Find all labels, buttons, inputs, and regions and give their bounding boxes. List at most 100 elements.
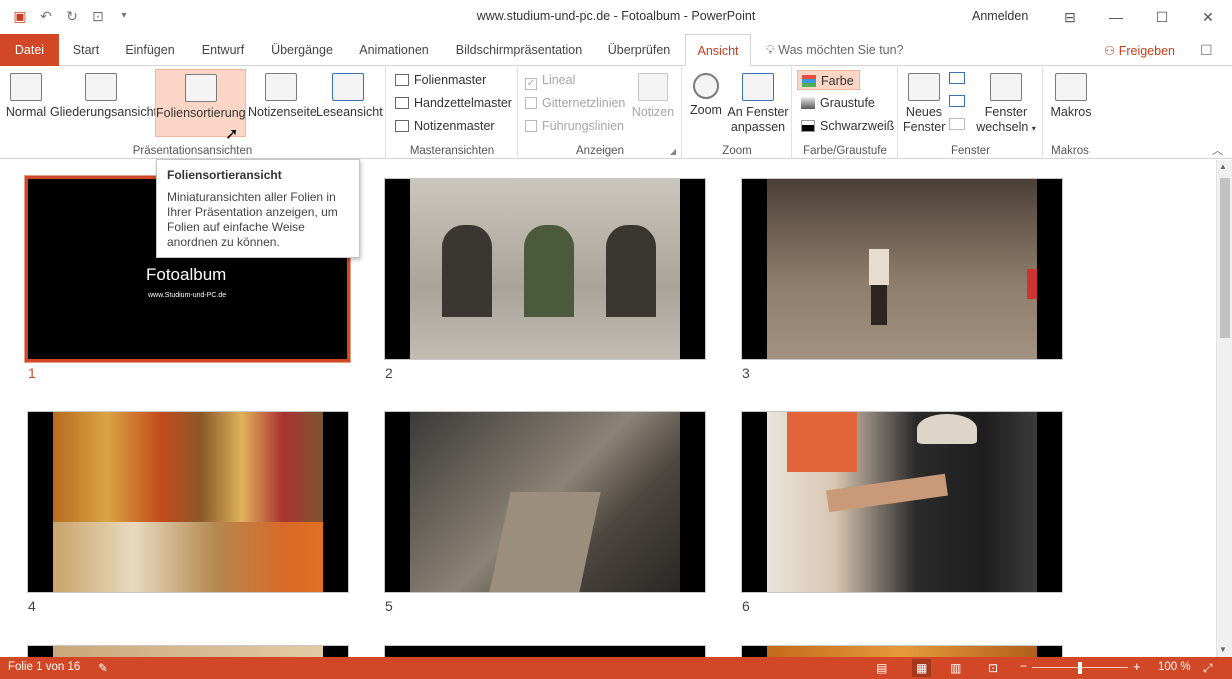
new-window-button[interactable]: Neues Fenster [903, 69, 945, 137]
handout-master-button[interactable]: Handzettelmaster [395, 93, 512, 113]
group-label: Masteransichten [409, 145, 495, 157]
slide-photo [410, 412, 680, 592]
tab-transitions[interactable]: Übergänge [266, 34, 338, 66]
minimize-icon[interactable]: — [1093, 4, 1139, 30]
slide-thumbnail-9[interactable] [741, 645, 1063, 657]
close-icon[interactable]: ✕ [1185, 4, 1231, 30]
ribbon-tabs: Datei Start Einfügen Entwurf Übergänge A… [0, 34, 1232, 67]
reading-view-status-icon[interactable]: ▥ [950, 661, 961, 675]
gridlines-checkbox[interactable]: Gitternetzlinien [525, 93, 625, 113]
slide-thumbnail-4[interactable] [27, 411, 349, 593]
group-label: Präsentationsansichten [132, 145, 253, 157]
share-button[interactable]: ⚇ Freigeben [1104, 43, 1175, 58]
normal-view-status-icon[interactable]: ▤ [876, 661, 887, 675]
outline-view-icon [85, 73, 117, 101]
slide-thumbnail-7[interactable] [27, 645, 349, 657]
ribbon-display-icon[interactable]: ⊟ [1047, 4, 1093, 30]
slide-thumbnail-6[interactable] [741, 411, 1063, 593]
group-label: Fenster [951, 145, 990, 157]
zoom-in-icon[interactable]: + [1133, 659, 1141, 674]
group-master-views: Folienmaster Handzettelmaster Notizenmas… [387, 66, 518, 159]
tab-review[interactable]: Überprüfen [602, 34, 676, 66]
zoom-button[interactable]: Zoom [687, 69, 725, 137]
slide-number: 2 [385, 365, 393, 381]
tab-insert[interactable]: Einfügen [120, 34, 180, 66]
spellcheck-icon[interactable]: ✎ [98, 661, 108, 675]
notes-master-button[interactable]: Notizenmaster [395, 116, 495, 136]
group-label: Zoom [722, 145, 752, 157]
grayscale-button[interactable]: Graustufe [801, 93, 875, 113]
dialog-launcher-icon[interactable]: ◢ [670, 147, 676, 156]
person-clothing [787, 412, 857, 472]
scroll-down-icon[interactable]: ▼ [1219, 645, 1227, 654]
group-window: Neues Fenster Fenster wechseln ▾ Fenster [899, 66, 1043, 159]
slide-photo [53, 412, 323, 592]
collapse-ribbon-icon[interactable]: ︿ [1212, 142, 1223, 158]
arm-hand [826, 473, 948, 513]
tab-view[interactable]: Ansicht [685, 34, 751, 67]
notes-page-button[interactable]: Notizenseite [248, 69, 317, 137]
slide-thumbnail-3[interactable] [741, 178, 1063, 360]
color-button[interactable]: Farbe [797, 70, 860, 90]
leather-material [489, 492, 601, 592]
notes-button[interactable]: Notizen [630, 69, 676, 137]
notes-master-icon [395, 120, 409, 132]
blackwhite-swatch-icon [801, 120, 815, 132]
slide-thumbnail-8[interactable] [384, 645, 706, 657]
scrollbar-thumb[interactable] [1220, 178, 1230, 338]
cascade-icon[interactable] [949, 95, 965, 107]
vertical-scrollbar[interactable]: ▲ ▼ [1216, 160, 1232, 657]
fit-window-icon [742, 73, 774, 101]
slide-photo [767, 412, 1037, 592]
zoom-out-icon[interactable]: − [1020, 659, 1027, 673]
group-label: Anzeigen [576, 145, 624, 157]
ruler-checkbox[interactable]: ✓ Lineal [525, 70, 575, 90]
blackwhite-button[interactable]: Schwarzweiß [801, 116, 894, 136]
switch-window-button[interactable]: Fenster wechseln ▾ [973, 69, 1039, 137]
tooltip-description: Miniaturansichten aller Folien in Ihrer … [167, 190, 338, 249]
checkbox-icon [525, 120, 537, 132]
group-label: Farbe/Graustufe [803, 145, 887, 157]
tab-design[interactable]: Entwurf [196, 34, 250, 66]
ribbon: Normal Gliederungsansicht Foliensortieru… [0, 66, 1232, 159]
slide-photo [767, 179, 1037, 359]
fit-to-window-button[interactable]: An Fenster anpassen [727, 69, 789, 137]
slideshow-status-icon[interactable]: ⊡ [988, 661, 998, 675]
mouse-cursor-icon: ➚ [225, 126, 239, 143]
tab-file[interactable]: Datei [0, 34, 59, 66]
macros-button[interactable]: Makros [1048, 69, 1094, 137]
normal-view-button[interactable]: Normal [4, 69, 48, 137]
tab-slideshow[interactable]: Bildschirmpräsentation [450, 34, 588, 66]
slide-thumbnail-2[interactable] [384, 178, 706, 360]
tab-start[interactable]: Start [68, 34, 104, 66]
arrange-all-icon[interactable] [949, 72, 965, 84]
new-window-icon [908, 73, 940, 101]
tab-animations[interactable]: Animationen [352, 34, 436, 66]
reading-view-button[interactable]: Leseansicht [316, 69, 383, 137]
zoom-level[interactable]: 100 % [1158, 661, 1191, 673]
slide-sorter-status-icon[interactable]: ▦ [912, 659, 932, 677]
guides-checkbox[interactable]: Führungslinien [525, 116, 624, 136]
slide-sorter-icon [184, 74, 217, 102]
slide-master-button[interactable]: Folienmaster [395, 70, 486, 90]
fit-slide-icon[interactable]: ⤢ [1203, 661, 1213, 676]
outline-view-button[interactable]: Gliederungsansicht [50, 69, 157, 137]
group-color-grayscale: Farbe Graustufe Schwarzweiß Farbe/Graust… [793, 66, 898, 159]
move-split-icon[interactable] [949, 118, 965, 130]
grayscale-swatch-icon [801, 97, 815, 109]
child-figure [869, 249, 889, 285]
person-icon: ⚇ [1104, 44, 1116, 58]
slide-thumbnail-5[interactable] [384, 411, 706, 593]
lightbulb-icon: 💡︎ [766, 43, 775, 57]
slide-photo [767, 646, 1037, 657]
reading-view-icon [332, 73, 364, 101]
switch-window-icon [990, 73, 1022, 101]
market-baskets [53, 522, 323, 592]
zoom-slider-thumb[interactable] [1078, 662, 1082, 674]
dropdown-arrow-icon: ▾ [1031, 124, 1036, 133]
tell-me-box[interactable]: 💡︎ Was möchten Sie tun? [766, 43, 904, 58]
maximize-icon[interactable]: ☐ [1139, 4, 1185, 30]
comments-icon[interactable]: ☐ [1200, 42, 1213, 59]
sign-in-link[interactable]: Anmelden [972, 9, 1028, 23]
scroll-up-icon[interactable]: ▲ [1219, 162, 1227, 171]
